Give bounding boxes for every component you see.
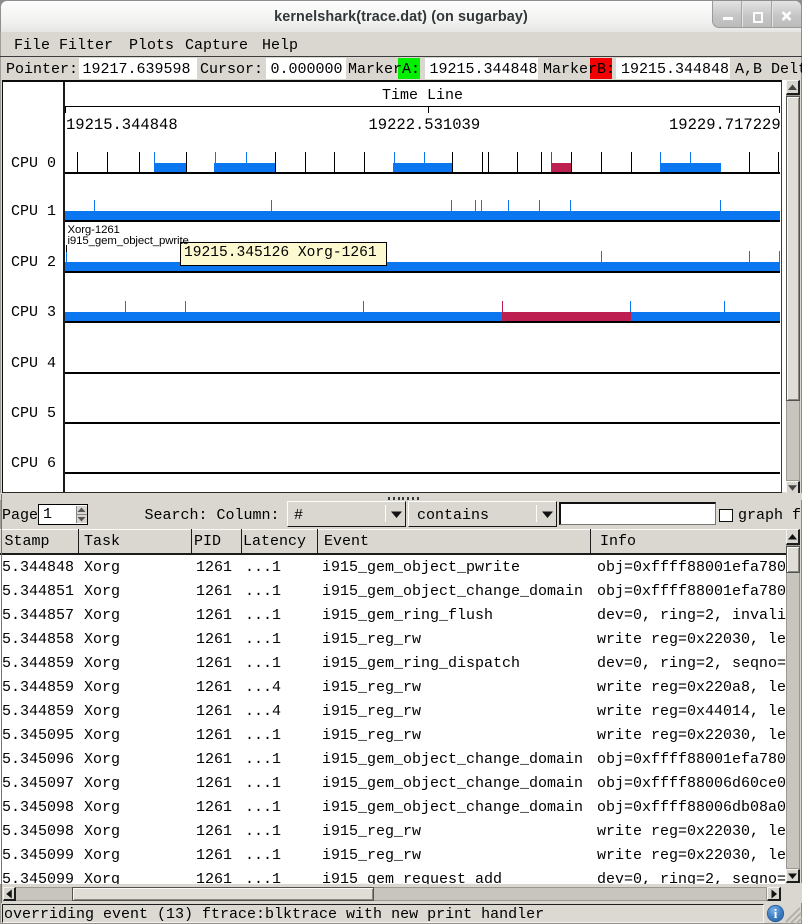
svg-text:i: i [774,906,778,921]
